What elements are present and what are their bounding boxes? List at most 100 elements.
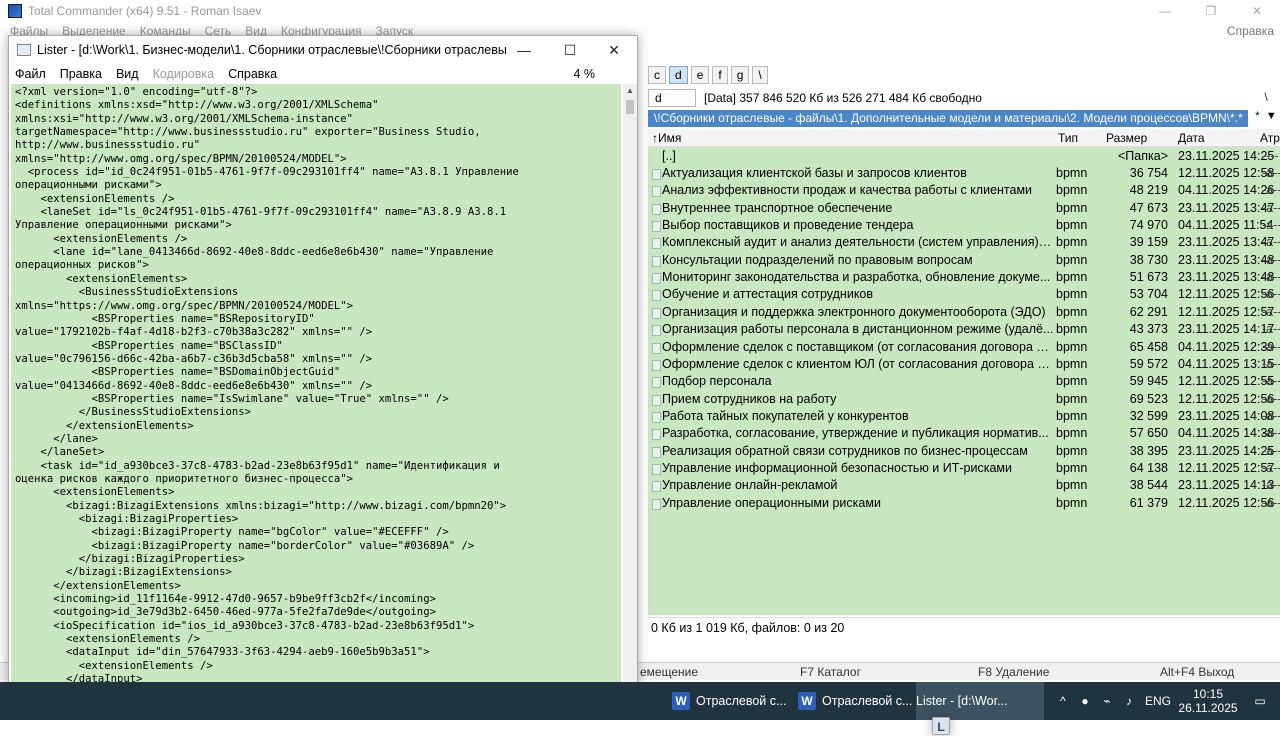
drive-c-button[interactable]: c [648,66,666,84]
file-name: Оформление сделок с поставщиком (от согл… [662,339,1054,354]
lister-menu-file[interactable]: Файл [15,67,46,81]
lister-maximize-button[interactable]: ☐ [547,36,593,64]
language-indicator[interactable]: ENG [1140,694,1176,708]
file-type: bpmn [1056,426,1088,441]
scroll-thumb[interactable] [626,100,634,114]
parent-dir-name: [..] [662,149,676,163]
file-type: bpmn [1056,235,1088,250]
file-type: bpmn [1056,183,1088,198]
file-attr: -a-- [1262,270,1280,285]
drive-g-button[interactable]: g [730,66,750,84]
file-icon [652,290,661,302]
lister-menu-help[interactable]: Справка [228,67,277,81]
file-row[interactable]: Консультации подразделений по правовым в… [648,252,1280,269]
tc-minimize-button[interactable]: — [1142,0,1188,22]
file-date: 23.11.2025 14:17 [1178,322,1275,337]
f8-delete-button[interactable]: F8 Удаление [978,665,1049,679]
file-row[interactable]: Подбор персонала bpmn 59 945 12.11.2025 12:… [648,373,1280,390]
file-row[interactable]: Внутреннее транспортное обеспечение bpmn 4… [648,200,1280,217]
tc-menu-help[interactable]: Справка [1227,24,1274,38]
file-row[interactable]: Организация работы персонала в дистанцио… [648,321,1280,338]
microphone-icon[interactable]: ● [1074,694,1096,708]
taskbar-word-app-1[interactable]: W Отраслевой с... [664,682,788,720]
tc-close-button[interactable]: ✕ [1234,0,1280,22]
file-row[interactable]: Актуализация клиентской базы и запросов … [648,165,1280,182]
file-row[interactable]: Управление информационной безопасностью … [648,460,1280,477]
file-row[interactable]: Оформление сделок с поставщиком (от согл… [648,339,1280,356]
lister-menu-view[interactable]: Вид [116,67,139,81]
exit-button[interactable]: Alt+F4 Выход [1160,665,1234,679]
file-row[interactable]: Управление операционными рисками bpmn 61 3… [648,495,1280,512]
current-path[interactable]: \!Сборники отраслевые - файлы\1. Дополни… [648,110,1248,127]
lister-scrollbar[interactable]: ▲ ▼ [623,84,637,708]
file-row[interactable]: Управление онлайн-рекламой bpmn 38 544 23.1… [648,477,1280,494]
text-line: <outgoing>id_3e79d3b2-6450-46ed-977a-5fe… [15,606,436,619]
text-line: <bizagi:BizagiProperty name="borderColor… [15,539,475,552]
root-button[interactable]: \ [1252,90,1280,104]
file-name: Мониторинг законодательства и разработка… [662,270,1051,285]
drive-f-button[interactable]: f [712,66,728,84]
lister-close-button[interactable]: ✕ [591,36,637,64]
taskbar-word-app-2[interactable]: W Отраслевой с... [790,682,914,720]
col-size[interactable]: Размер [1106,131,1147,145]
tc-status-bar: 0 Кб из 1 019 Кб, файлов: 0 из 20 [648,617,1280,637]
f6-move-button[interactable]: емещение [640,665,698,679]
drive-e-button[interactable]: e [690,66,710,84]
taskbar-lister-app[interactable]: L Lister - [d:\Wor... [916,682,1044,735]
lister-menu-encoding[interactable]: Кодировка [153,67,214,81]
drive-d-button[interactable]: d [669,66,688,84]
file-row[interactable]: Работа тайных покупателей у конкурентов b… [648,408,1280,425]
text-line: </laneSet> [15,446,105,459]
file-size: 38 544 [1129,478,1168,493]
network-drive-button[interactable]: \ [752,66,768,84]
file-row[interactable]: Реализация обратной связи сотрудников по… [648,443,1280,460]
lister-menu-edit[interactable]: Правка [60,67,102,81]
word-icon: W [672,692,690,710]
parent-dir-row[interactable]: [..] <Папка> 23.11.2025 14:25 ---- [648,148,1280,165]
file-type: bpmn [1056,322,1088,337]
clock[interactable]: 10:15 26.11.2025 [1176,687,1240,715]
drive-select[interactable]: d [648,89,696,107]
file-icon [652,394,661,406]
lister-minimize-button[interactable]: — [501,36,547,64]
file-row[interactable]: Прием сотрудников на работу bpmn 69 523 12.… [648,391,1280,408]
file-row[interactable]: Организация и поддержка электронного док… [648,304,1280,321]
file-type: bpmn [1056,478,1088,493]
notifications-icon[interactable]: ▭ [1240,694,1280,708]
scroll-up-arrow-icon[interactable]: ▲ [623,84,637,98]
file-row[interactable]: Комплексный аудит и анализ деятельности … [648,234,1280,251]
col-name[interactable]: ↑Имя [652,131,681,145]
file-attr: -a-- [1262,183,1280,198]
file-size: 39 159 [1129,235,1168,250]
history-button[interactable]: * [1255,110,1259,127]
text-line: <extensionElements /> [15,659,213,672]
tc-maximize-button[interactable]: ❐ [1188,0,1234,22]
file-date: 04.11.2025 14:26 [1178,183,1275,198]
col-date[interactable]: Дата [1178,131,1205,145]
f7-mkdir-button[interactable]: F7 Каталог [800,665,861,679]
file-row[interactable]: Оформление сделок с клиентом ЮЛ (от согл… [648,356,1280,373]
parent-dir-date: 23.11.2025 14:25 [1178,149,1275,163]
col-type[interactable]: Тип [1058,131,1078,145]
file-row[interactable]: Выбор поставщиков и проведение тендера bp… [648,217,1280,234]
col-attr[interactable]: Атр [1260,131,1280,145]
file-icon [652,221,661,233]
lister-text-content[interactable]: <?xml version="1.0" encoding="utf-8"?> <d… [11,84,621,708]
file-icon [652,307,661,319]
file-size: 38 395 [1129,443,1168,458]
network-icon[interactable]: ⌁ [1096,694,1118,708]
file-icon [652,169,661,180]
chevron-up-icon[interactable]: ^ [1052,694,1074,708]
file-name: Работа тайных покупателей у конкурентов [662,408,909,423]
file-row[interactable]: Обучение и аттестация сотрудников bpmn 53 … [648,286,1280,303]
speaker-icon[interactable]: ♪ [1118,694,1140,708]
file-date: 23.11.2025 14:13 [1178,478,1275,493]
file-date: 12.11.2025 12:57 [1178,460,1275,475]
file-row[interactable]: Анализ эффективности продаж и качества р… [648,182,1280,199]
file-size: 69 523 [1129,391,1168,406]
file-icon [652,238,661,250]
hotlist-button[interactable]: ▼ [1266,110,1277,127]
file-size: 59 945 [1129,374,1168,389]
file-row[interactable]: Разработка, согласование, утверждение и … [648,425,1280,442]
file-row[interactable]: Мониторинг законодательства и разработка… [648,269,1280,286]
